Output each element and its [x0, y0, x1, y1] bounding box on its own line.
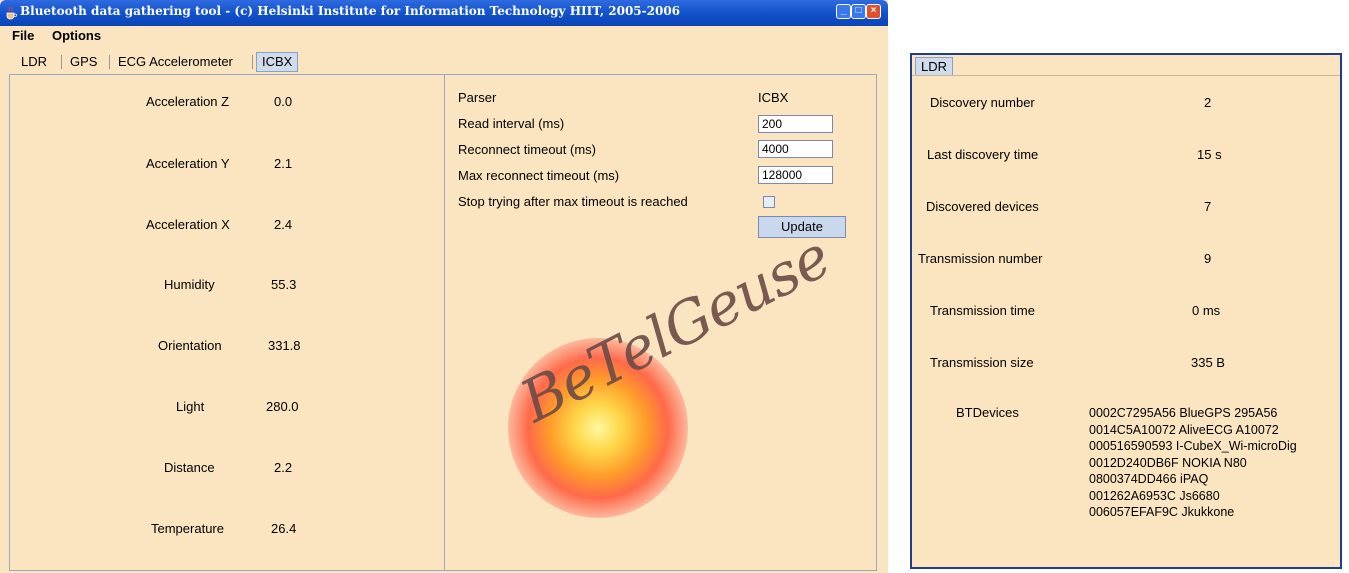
title-bar[interactable]: Bluetooth data gathering tool - (c) Hels… [0, 0, 888, 26]
btdevice-entry: 0002C7295A56 BlueGPS 295A56 [1089, 406, 1278, 420]
sensor-label: Humidity [164, 277, 215, 292]
btdevice-entry: 0800374DD466 iPAQ [1089, 472, 1209, 486]
sensor-label: Acceleration Z [146, 94, 230, 109]
reconnect-timeout-field[interactable]: 4000 [758, 140, 833, 158]
ldr-row-value: 15 s [1197, 147, 1222, 162]
stop-trying-checkbox[interactable] [763, 196, 775, 208]
btdevice-entry: 0012D240DB6F NOKIA N80 [1089, 455, 1247, 470]
ldr-row-value: 7 [1204, 199, 1212, 214]
btdevice-entry: 000516590593 I-CubeX_Wi-microDig [1089, 439, 1297, 453]
sensor-label: Orientation [158, 338, 222, 353]
java-cup-icon [6, 6, 17, 20]
max-reconnect-timeout-label: Max reconnect timeout (ms) [458, 168, 620, 183]
maximize-button[interactable]: □ [851, 4, 866, 19]
menu-bar: File Options [0, 26, 888, 44]
max-reconnect-timeout-field[interactable]: 128000 [758, 166, 833, 184]
sensor-label: Acceleration Y [146, 156, 230, 171]
btdevice-entry: 001262A6953C Js6680 [1089, 488, 1220, 503]
menu-file[interactable]: File [12, 28, 34, 43]
btdevice-entry: 0014C5A10072 AliveECG A10072 [1089, 422, 1279, 437]
ldr-row-value: 9 [1204, 251, 1212, 266]
stop-trying-label: Stop trying after max timeout is reached [458, 194, 688, 209]
tab-gps[interactable]: GPS [70, 53, 97, 71]
ldr-row-label: Last discovery time [927, 147, 1039, 162]
btdevice-entry: 006057EFAF9C Jkukkone [1089, 505, 1235, 519]
tab-ecg-accelerometer[interactable]: ECG Accelerometer [118, 53, 233, 71]
reconnect-timeout-label: Reconnect timeout (ms) [458, 142, 596, 157]
parser-value: ICBX [758, 90, 789, 105]
tab-icbx[interactable]: ICBX [256, 52, 299, 72]
tab-separator [61, 55, 62, 69]
close-button[interactable]: × [866, 4, 881, 19]
sensor-label: Temperature [151, 521, 224, 536]
ldr-row-label: Transmission size [930, 355, 1034, 370]
sensor-value: 331.8 [268, 338, 301, 353]
main-window: Bluetooth data gathering tool - (c) Hels… [0, 0, 888, 573]
tab-separator [252, 55, 253, 69]
minimize-button[interactable]: _ [836, 4, 851, 19]
read-interval-label: Read interval (ms) [458, 116, 565, 131]
ldr-row-label: Transmission number [918, 251, 1043, 266]
sensor-value: 2.4 [274, 217, 293, 232]
sensor-value: 2.2 [274, 460, 293, 475]
parser-label: Parser [458, 90, 497, 105]
btdevices-label: BTDevices [956, 405, 1019, 420]
sensor-value: 280.0 [266, 399, 299, 414]
ldr-row-label: Discovery number [930, 95, 1035, 110]
menu-options[interactable]: Options [52, 28, 101, 43]
ldr-panel: LDR Discovery number 2 Last discovery ti… [910, 53, 1342, 569]
sensor-label: Acceleration X [146, 217, 230, 232]
sensor-value: 2.1 [274, 156, 293, 171]
ldr-row-value: 2 [1204, 95, 1212, 110]
btdevices-list: 0002C7295A56 BlueGPS 295A56 0014C5A10072… [1089, 405, 1297, 521]
ldr-row-value: 0 ms [1192, 303, 1221, 318]
window-title: Bluetooth data gathering tool - (c) Hels… [20, 4, 681, 18]
sensor-value: 0.0 [274, 94, 293, 109]
sensor-label: Light [176, 399, 205, 414]
ldr-panel-tab[interactable]: LDR [915, 57, 954, 76]
ldr-row-value: 335 B [1191, 355, 1225, 370]
tab-underline [912, 75, 1340, 76]
tab-ldr[interactable]: LDR [21, 53, 47, 71]
sensor-label: Distance [164, 460, 215, 475]
sensor-value: 55.3 [271, 277, 297, 292]
tab-separator [109, 55, 110, 69]
read-interval-field[interactable]: 200 [758, 115, 833, 133]
ldr-row-label: Discovered devices [926, 199, 1039, 214]
betelgeuse-logo: BeTelGeuse [440, 222, 840, 540]
sensor-value: 26.4 [271, 521, 297, 536]
tab-strip: LDR GPS ECG Accelerometer ICBX [0, 50, 888, 74]
ldr-row-label: Transmission time [930, 303, 1035, 318]
